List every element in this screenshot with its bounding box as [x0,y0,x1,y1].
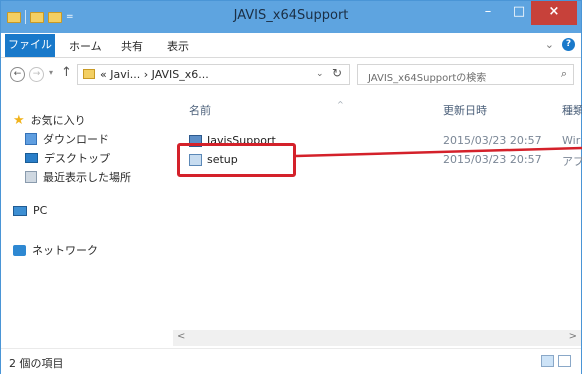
ribbon-tabs: ファイル ホーム 共有 表示 ⌄ ? [1,33,581,58]
file-list: 名前 ^ 更新日時 種類 JavisSupport 2015/03/23 20:… [173,92,582,348]
up-button[interactable]: ↑ [61,65,72,80]
horizontal-scrollbar[interactable]: < > [173,330,581,346]
item-count: 2 個の項目 [9,357,64,370]
address-dropdown-icon[interactable]: ⌄ [316,69,324,79]
search-input[interactable]: JAVIS_x64Supportの検索 ⌕ [357,64,574,85]
download-folder-icon [25,133,37,145]
file-type: Wir [562,134,581,147]
forward-button[interactable]: → [29,67,44,82]
tab-view[interactable]: 表示 [167,38,189,54]
refresh-icon[interactable]: ↻ [332,66,342,80]
tab-home[interactable]: ホーム [69,38,102,54]
address-row: ← → ▾ ↑ « Javi... › JAVIS_x6... ⌄ ↻ JAVI… [1,58,581,92]
nav-downloads-label: ダウンロード [43,133,109,146]
column-header-name[interactable]: 名前 ^ [189,100,344,118]
file-date: 2015/03/23 20:57 [443,153,542,166]
nav-pc-label: PC [33,204,48,217]
maximize-button[interactable]: □ [504,1,534,25]
scroll-left-icon[interactable]: < [177,331,185,342]
help-icon[interactable]: ? [562,38,575,51]
large-icons-view-icon[interactable] [558,355,571,367]
tab-file[interactable]: ファイル [5,34,55,57]
nav-desktop-label: デスクトップ [44,152,110,165]
minimize-button[interactable]: – [473,1,503,25]
recent-locations-icon[interactable]: ▾ [49,68,53,77]
nav-network[interactable]: ネットワーク [13,242,98,258]
content-area: ★ お気に入り ダウンロード デスクトップ 最近表示した場所 PC ネットワーク… [1,92,582,348]
nav-recent-label: 最近表示した場所 [43,171,131,184]
nav-favorites[interactable]: ★ お気に入り [13,112,86,128]
star-icon: ★ [13,112,25,128]
close-button[interactable]: × [531,1,577,25]
address-bar[interactable]: « Javi... › JAVIS_x6... ⌄ ↻ [77,64,350,85]
status-bar: 2 個の項目 [1,348,581,374]
sort-ascending-icon: ^ [337,100,344,109]
network-icon [13,244,26,256]
explorer-window: = JAVIS_x64Support – □ × ファイル ホーム 共有 表示 … [0,0,582,374]
file-date: 2015/03/23 20:57 [443,134,542,147]
back-button[interactable]: ← [10,67,25,82]
address-path[interactable]: « Javi... › JAVIS_x6... [100,68,209,81]
folder-icon [83,69,95,79]
details-view-icon[interactable] [541,355,554,367]
navigation-pane: ★ お気に入り ダウンロード デスクトップ 最近表示した場所 PC ネットワーク [1,92,171,348]
column-header-date[interactable]: 更新日時 [443,102,487,118]
nav-network-label: ネットワーク [32,244,98,257]
search-placeholder: JAVIS_x64Supportの検索 [368,73,487,84]
nav-downloads[interactable]: ダウンロード [25,131,109,147]
pc-icon [13,205,27,216]
nav-favorites-label: お気に入り [30,114,86,127]
desktop-icon [25,153,38,163]
tab-share[interactable]: 共有 [121,38,143,54]
nav-pc[interactable]: PC [13,204,47,217]
nav-desktop[interactable]: デスクトップ [25,150,110,166]
recent-places-icon [25,171,37,183]
nav-recent-places[interactable]: 最近表示した場所 [25,169,131,185]
title-bar[interactable]: = JAVIS_x64Support – □ × [1,1,581,33]
scroll-right-icon[interactable]: > [569,331,577,342]
column-header-type[interactable]: 種類 [562,102,582,118]
file-type: アプ [562,155,582,168]
expand-ribbon-icon[interactable]: ⌄ [545,38,554,51]
search-icon[interactable]: ⌕ [561,67,567,81]
highlight-box [177,143,296,177]
ribbon-controls: ⌄ ? [545,38,575,51]
column-name-label: 名前 [189,104,211,117]
